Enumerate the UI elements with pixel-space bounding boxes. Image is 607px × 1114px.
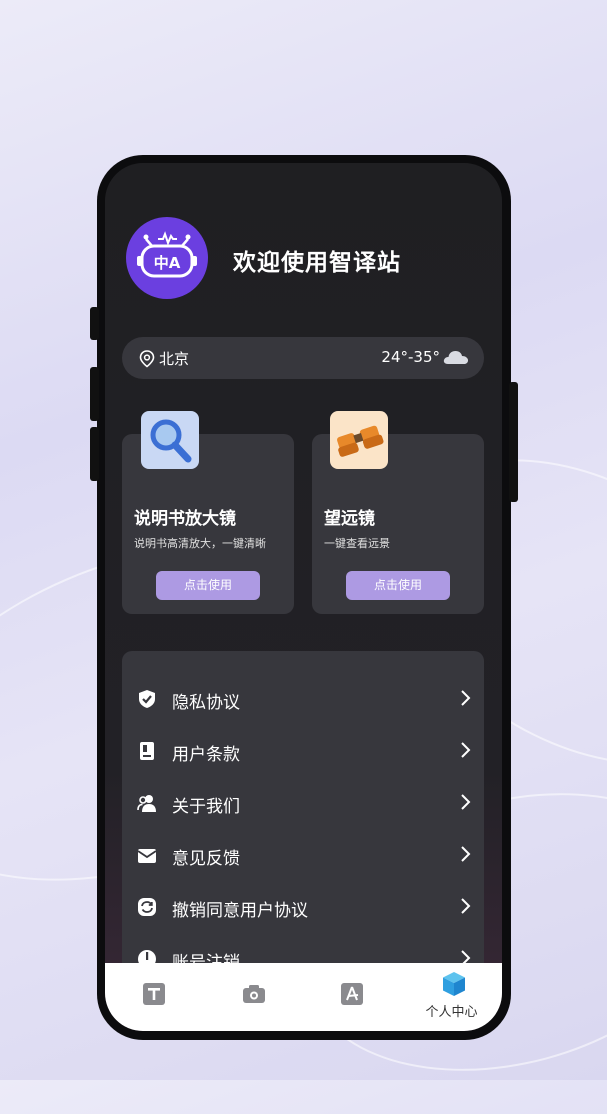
temperature: 24°-35° [381, 348, 440, 366]
tab-label: 个人中心 [425, 1005, 478, 1020]
phone-side-button [509, 382, 518, 502]
menu-label: 关于我们 [172, 797, 240, 817]
mail-icon [137, 849, 157, 863]
shield-check-icon [139, 690, 155, 708]
tab-personal-center[interactable]: 个人中心 [402, 963, 501, 1031]
city-name: 北京 [159, 350, 190, 368]
menu-item-terms[interactable]: 用户条款 [122, 729, 484, 773]
weather-bar: 北京 24°-35° [122, 337, 484, 379]
tab-text-translate[interactable] [105, 963, 204, 1031]
menu-item-privacy[interactable]: 隐私协议 [122, 677, 484, 721]
menu-label: 撤销同意用户协议 [172, 901, 308, 921]
chevron-right-icon [461, 846, 471, 862]
cube-icon [443, 972, 465, 996]
tab-camera-translate[interactable] [204, 963, 303, 1031]
revoke-icon [138, 898, 156, 916]
phone-side-button [90, 367, 99, 421]
chevron-right-icon [461, 690, 471, 706]
logo-text: 中A [154, 254, 181, 272]
camera-icon [243, 985, 265, 1003]
document-icon [140, 742, 154, 760]
settings-menu: 隐私协议 用户条款 关于我们 意见反馈 撤销同意用户协议 [122, 651, 484, 981]
magnifier-icon [141, 411, 199, 469]
menu-label: 隐私协议 [172, 693, 240, 713]
location-pin-icon [139, 349, 155, 368]
cloud-icon [443, 351, 469, 364]
app-screen: 中A 欢迎使用智译站 北京 24°-35° 说明书放大镜 说明书高清放大，一键清… [105, 163, 502, 1031]
chevron-right-icon [461, 898, 471, 914]
app-logo: 中A [126, 217, 208, 299]
bottom-tab-bar: 个人中心 [105, 963, 502, 1031]
card-desc: 一键查看远景 [324, 537, 390, 550]
menu-item-feedback[interactable]: 意见反馈 [122, 833, 484, 877]
card-desc: 说明书高清放大，一键清晰 [134, 537, 266, 550]
location[interactable]: 北京 [139, 348, 189, 369]
chevron-right-icon [461, 794, 471, 810]
tab-pdf-translate[interactable] [303, 963, 402, 1031]
pdf-icon [341, 983, 363, 1005]
text-icon [143, 983, 165, 1005]
welcome-title: 欢迎使用智译站 [233, 250, 401, 276]
phone-side-button [90, 307, 99, 340]
menu-item-about[interactable]: 关于我们 [122, 781, 484, 825]
phone-side-button [90, 427, 99, 481]
menu-label: 意见反馈 [172, 849, 240, 869]
binoculars-icon [330, 411, 388, 469]
use-button[interactable]: 点击使用 [156, 571, 260, 600]
robot-translate-icon: 中A [137, 231, 197, 278]
card-title: 说明书放大镜 [134, 509, 236, 529]
menu-item-revoke[interactable]: 撤销同意用户协议 [122, 885, 484, 929]
use-button[interactable]: 点击使用 [346, 571, 450, 600]
chevron-right-icon [461, 742, 471, 758]
menu-label: 用户条款 [172, 745, 240, 765]
users-icon [137, 795, 156, 812]
card-title: 望远镜 [324, 509, 375, 529]
